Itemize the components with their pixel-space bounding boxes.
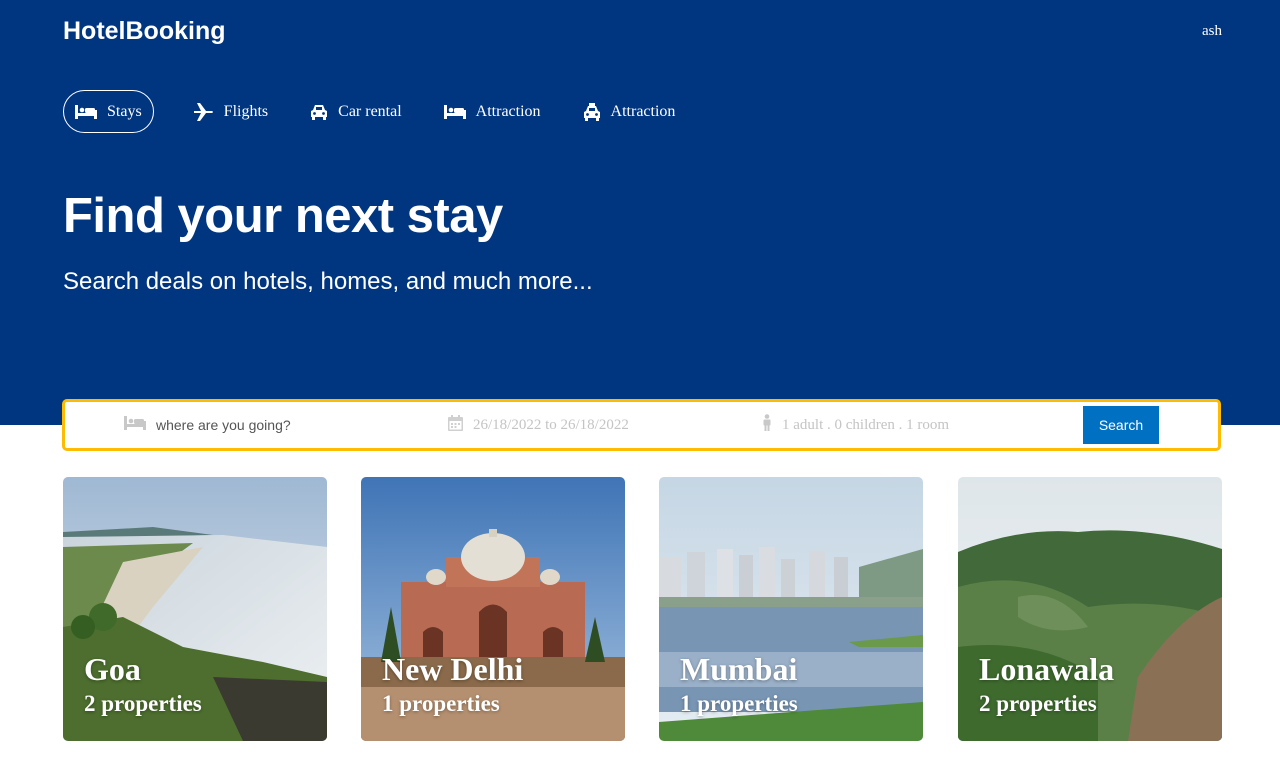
nav-label: Car rental [338, 102, 402, 120]
nav-item-attraction-taxi[interactable]: Attraction [583, 90, 676, 133]
city-card-mumbai[interactable]: Mumbai 1 properties [659, 477, 923, 741]
taxi-icon [583, 102, 601, 121]
city-properties: 2 properties [979, 691, 1097, 716]
city-name: Goa [84, 651, 141, 687]
nav-item-stays[interactable]: Stays [63, 90, 154, 133]
city-properties: 1 properties [680, 691, 798, 716]
nav-bar: Stays Flights Car rental Attraction Attr… [63, 90, 717, 133]
city-name: Lonawala [979, 651, 1115, 687]
nav-label: Stays [107, 102, 142, 120]
city-card-lonawala[interactable]: Lonawala 2 properties [958, 477, 1222, 741]
city-name: Mumbai [680, 651, 798, 687]
bed-icon [443, 104, 466, 120]
plane-icon [193, 102, 214, 121]
guests-field[interactable]: 1 adult . 0 children . 1 room [762, 402, 949, 448]
date-field[interactable]: 26/18/2022 to 26/18/2022 [448, 402, 629, 448]
nav-item-car-rental[interactable]: Car rental [310, 90, 402, 133]
bed-icon [124, 415, 146, 435]
page-title: Find your next stay [63, 189, 503, 243]
logo[interactable]: HotelBooking [63, 17, 226, 46]
guests-text[interactable]: 1 adult . 0 children . 1 room [782, 417, 949, 434]
destination-input[interactable]: where are you going? [156, 417, 291, 433]
person-icon [762, 414, 772, 436]
nav-label: Flights [223, 102, 269, 120]
city-card-goa[interactable]: Goa 2 properties [63, 477, 327, 741]
bed-icon [75, 104, 97, 120]
date-range-text[interactable]: 26/18/2022 to 26/18/2022 [473, 417, 629, 434]
destination-field[interactable]: where are you going? [124, 402, 291, 448]
page-subtitle: Search deals on hotels, homes, and much … [63, 268, 593, 295]
calendar-icon [448, 414, 463, 436]
nav-item-attraction[interactable]: Attraction [443, 90, 541, 133]
search-button[interactable]: Search [1083, 406, 1159, 444]
city-properties: 1 properties [382, 691, 500, 716]
car-icon [310, 104, 328, 120]
nav-label: Attraction [610, 102, 676, 120]
search-bar: where are you going? 26/18/2022 to 26/18… [62, 399, 1221, 451]
city-properties: 2 properties [84, 691, 202, 716]
user-name[interactable]: ash [1202, 23, 1222, 40]
city-name: New Delhi [382, 651, 524, 687]
nav-label: Attraction [475, 102, 541, 120]
hero-header: HotelBooking ash Stays Flights Car renta… [0, 0, 1280, 425]
nav-item-flights[interactable]: Flights [193, 90, 269, 133]
city-card-new-delhi[interactable]: New Delhi 1 properties [361, 477, 625, 741]
